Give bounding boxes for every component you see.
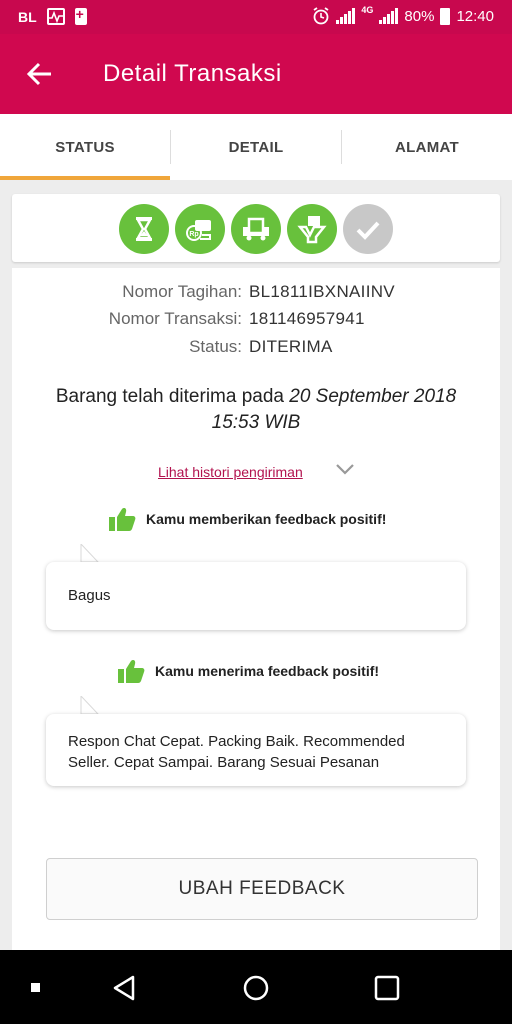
active-tab-indicator: [0, 176, 170, 180]
chevron-down-icon[interactable]: [334, 462, 356, 476]
thumbs-up-icon: [109, 508, 136, 531]
tab-alamat[interactable]: ALAMAT: [342, 114, 512, 180]
page-title: Detail Transaksi: [103, 60, 282, 87]
alarm-icon: [313, 7, 329, 25]
truck-icon: [231, 204, 281, 254]
feedback-received-heading: Kamu menerima feedback positif!: [117, 658, 379, 684]
signal-1-icon: [336, 8, 356, 24]
back-triangle-icon[interactable]: [111, 974, 139, 1002]
received-prefix: Barang telah diterima pada: [55, 386, 284, 407]
status-bar: BL 4G 80% 12:40: [0, 0, 512, 34]
feedback-given-heading: Kamu memberikan feedback positif!: [108, 506, 386, 532]
transaction-value: 181146957941: [249, 309, 365, 328]
package-received-icon: [287, 204, 337, 254]
checkmark-icon: [343, 204, 393, 254]
carrier-label: BL: [18, 8, 37, 25]
tab-status[interactable]: STATUS: [0, 114, 170, 180]
feedback-given-bubble: Bagus: [46, 562, 466, 630]
activity-icon: [46, 8, 65, 25]
battery-icon: [440, 7, 451, 25]
home-circle-icon[interactable]: [242, 974, 270, 1002]
menu-dot-icon[interactable]: [31, 983, 40, 992]
transaction-label: Nomor Transaksi:: [108, 309, 242, 328]
svg-text:Rp: Rp: [189, 231, 198, 238]
edit-feedback-button[interactable]: UBAH FEEDBACK: [46, 858, 478, 920]
bubble-tail: [80, 544, 99, 562]
clock: 12:40: [456, 7, 494, 25]
progress-steps: Rp: [12, 194, 500, 262]
network-type: 4G: [361, 5, 374, 15]
feedback-received-bubble: Respon Chat Cepat. Packing Baik. Recomme…: [46, 714, 466, 786]
thumbs-up-icon: [118, 660, 145, 683]
tab-detail[interactable]: DETAIL: [171, 114, 341, 180]
hourglass-icon: [119, 204, 169, 254]
payment-icon: Rp: [175, 204, 225, 254]
invoice-label: Nomor Tagihan:: [122, 282, 242, 301]
status-value: DITERIMA: [249, 337, 333, 356]
battery-percent: 80%: [404, 7, 435, 25]
app-bar: Detail Transaksi: [0, 34, 512, 114]
bubble-tail: [80, 696, 99, 714]
received-time: 15:53 WIB: [211, 412, 301, 433]
received-date: 20 September 2018: [289, 386, 457, 407]
shipping-history-link[interactable]: Lihat histori pengiriman: [158, 464, 303, 480]
back-arrow-icon[interactable]: [22, 56, 58, 92]
received-message: Barang telah diterima pada 20 September …: [12, 384, 500, 436]
signal-2-icon: [379, 8, 399, 24]
system-nav-bar: [0, 950, 512, 1024]
recents-square-icon[interactable]: [373, 974, 401, 1002]
feedback-given-label: Kamu memberikan feedback positif!: [146, 511, 387, 527]
feedback-received-message: Respon Chat Cepat. Packing Baik. Recomme…: [68, 733, 405, 771]
feedback-received-label: Kamu menerima feedback positif!: [155, 663, 380, 679]
status-label: Status:: [189, 337, 242, 356]
transaction-status-card: Nomor Tagihan: BL1811IBXNAIINV Nomor Tra…: [12, 268, 500, 950]
battery-saver-icon: [74, 6, 87, 25]
invoice-value: BL1811IBXNAIINV: [249, 282, 395, 301]
feedback-given-message: Bagus: [68, 587, 111, 604]
tab-bar: STATUS DETAIL ALAMAT: [0, 114, 512, 180]
